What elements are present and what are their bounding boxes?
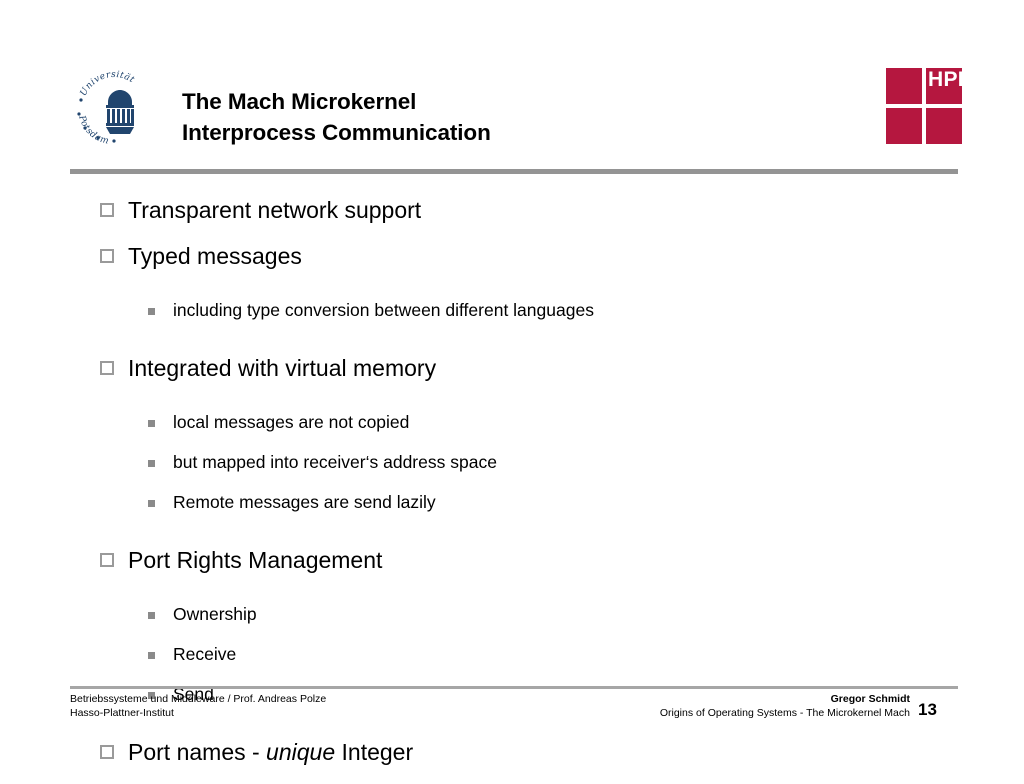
list-item: Receive (0, 642, 1024, 676)
list-item-label: Integrated with virtual memory (128, 355, 437, 381)
hollow-square-bullet-icon (100, 203, 114, 217)
header-divider (70, 169, 958, 174)
list-item: local messages are not copied (0, 410, 1024, 444)
list-item: Integrated with virtual memory (0, 354, 1024, 394)
footer-affiliation-line-2: Hasso-Plattner-Institut (70, 707, 174, 719)
hpi-square-top-right: HPI (926, 68, 964, 104)
list-item: but mapped into receiver‘s address space (0, 450, 1024, 484)
hpi-logo-icon: HPI (886, 68, 964, 144)
slide-footer: Betriebssysteme und Middleware / Prof. A… (0, 686, 1024, 768)
filled-square-bullet-icon (148, 612, 155, 619)
filled-square-bullet-icon (148, 652, 155, 659)
hollow-square-bullet-icon (100, 553, 114, 567)
hollow-square-bullet-icon (100, 249, 114, 263)
list-item-label: Transparent network support (128, 197, 422, 223)
list-item-label: local messages are not copied (173, 412, 410, 432)
filled-square-bullet-icon (148, 500, 155, 507)
list-item-label: Ownership (173, 604, 257, 624)
list-item-label: Typed messages (128, 243, 302, 269)
footer-subject: Origins of Operating Systems - The Micro… (659, 707, 910, 719)
filled-square-bullet-icon (148, 308, 155, 315)
title-line-2: Interprocess Communication (182, 120, 491, 145)
hpi-square-top-left (886, 68, 922, 104)
list-item: Typed messages (0, 242, 1024, 282)
list-item-label: Receive (173, 644, 237, 664)
list-item-label: including type conversion between differ… (173, 300, 594, 320)
list-item: Ownership (0, 602, 1024, 636)
list-item: including type conversion between differ… (0, 298, 1024, 332)
hpi-square-bottom-left (886, 108, 922, 144)
hpi-square-bottom-right (926, 108, 962, 144)
list-item: Remote messages are send lazily (0, 490, 1024, 524)
list-item-label: but mapped into receiver‘s address space (173, 452, 497, 472)
page-title: The Mach Microkernel Interprocess Commun… (182, 86, 842, 148)
footer-affiliation: Betriebssysteme und Middleware / Prof. A… (70, 692, 326, 720)
title-line-1: The Mach Microkernel (182, 89, 417, 114)
slide-header: Universität Potsdam (0, 0, 1024, 180)
hpi-logo-label: HPI (928, 68, 964, 91)
svg-text:Potsdam: Potsdam (76, 114, 110, 147)
list-item: Transparent network support (0, 196, 1024, 236)
footer-affiliation-line-1: Betriebssysteme und Middleware / Prof. A… (70, 693, 327, 705)
filled-square-bullet-icon (148, 420, 155, 427)
filled-square-bullet-icon (148, 460, 155, 467)
footer-divider (70, 686, 958, 689)
university-potsdam-logo-icon: Universität Potsdam (70, 62, 158, 150)
list-item-label: Remote messages are send lazily (173, 492, 436, 512)
footer-presentation-info: Gregor Schmidt Origins of Operating Syst… (560, 692, 910, 720)
hollow-square-bullet-icon (100, 361, 114, 375)
list-item: Port Rights Management (0, 546, 1024, 586)
page-number: 13 (918, 700, 937, 719)
footer-author: Gregor Schmidt (830, 693, 910, 705)
list-item-label: Port Rights Management (128, 547, 383, 573)
